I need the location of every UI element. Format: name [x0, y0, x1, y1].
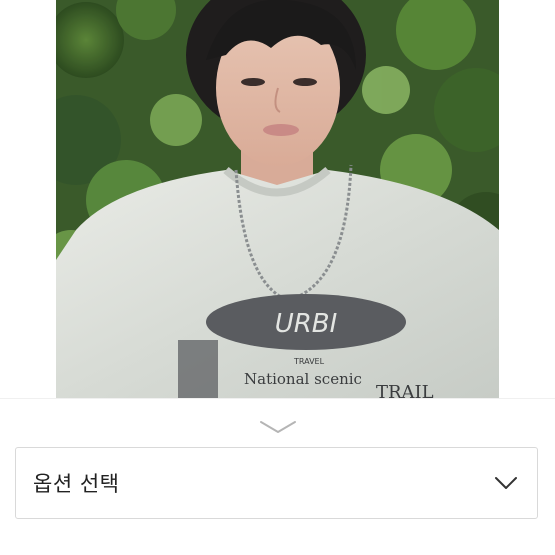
product-photo: URBI TRAVEL National scenic TRAIL	[56, 0, 499, 398]
print-logo: URBI	[275, 309, 338, 339]
print-line3: TRAIL	[376, 382, 434, 398]
chevron-down-icon	[493, 475, 519, 491]
option-select-dropdown[interactable]: 옵션 선택	[15, 447, 538, 519]
option-select-label: 옵션 선택	[33, 472, 120, 496]
chevron-down-icon	[260, 421, 296, 433]
print-line2: National scenic	[244, 370, 362, 388]
collapse-handle[interactable]	[259, 418, 297, 436]
print-line1: TRAVEL	[293, 357, 325, 366]
product-image[interactable]: URBI TRAVEL National scenic TRAIL	[56, 0, 499, 398]
product-page: URBI TRAVEL National scenic TRAIL 옵션 선택	[0, 0, 555, 555]
